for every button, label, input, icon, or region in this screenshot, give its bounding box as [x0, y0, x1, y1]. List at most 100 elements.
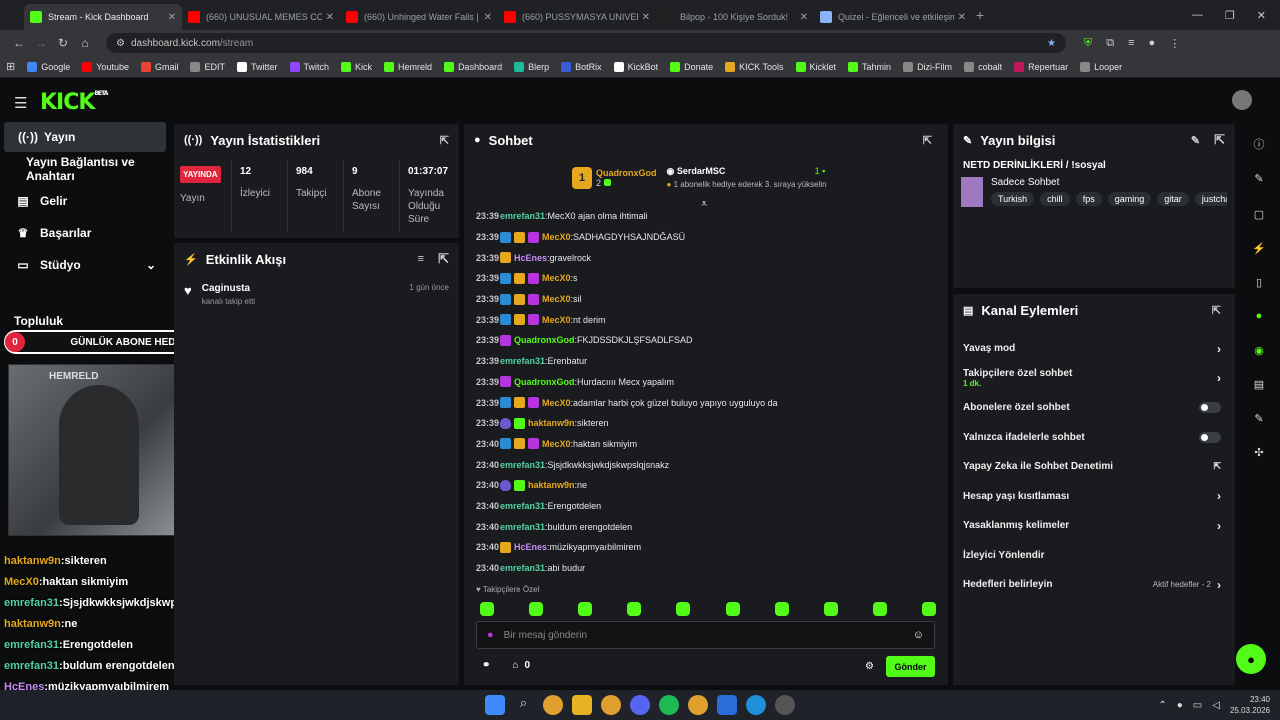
sidebar-item-yayin[interactable]: ((·)) Yayın [4, 122, 166, 152]
close-tab-icon[interactable]: ✕ [800, 12, 808, 23]
support-chat-icon[interactable]: ● [1236, 644, 1266, 674]
close-tab-icon[interactable]: ✕ [168, 12, 176, 23]
apps-grid-icon[interactable]: ⊞ [6, 60, 15, 73]
chrome-icon[interactable] [600, 695, 621, 715]
kebab-menu-icon[interactable]: ⋮ [1169, 37, 1180, 50]
emote-icon[interactable] [627, 602, 642, 616]
bookmark-item[interactable]: Looper [1080, 61, 1122, 72]
toggle-switch[interactable] [1199, 431, 1221, 443]
edit-icon[interactable]: ✎ [1191, 134, 1200, 147]
bookmark-item[interactable]: Dizi-Film [903, 61, 952, 72]
bookmark-item[interactable]: KICK Tools [725, 61, 784, 72]
channel-action-row[interactable]: Yalnızca ifadelerle sohbet [963, 423, 1221, 453]
extensions-icon[interactable]: ⧉ [1106, 37, 1114, 50]
bookmark-item[interactable]: Repertuar [1014, 61, 1068, 72]
leader-name[interactable]: SerdarMSC [677, 166, 726, 176]
close-tab-icon[interactable]: ✕ [642, 12, 650, 23]
new-tab-icon[interactable]: + [976, 7, 984, 23]
volume-icon[interactable]: ◁ [1212, 700, 1220, 711]
chat-username[interactable]: QuadronxGod [514, 377, 575, 387]
mic-icon[interactable]: ● [1177, 700, 1183, 711]
reload-icon[interactable]: ↻ [52, 36, 74, 50]
chat-username[interactable]: MecX0 [542, 315, 571, 325]
channel-action-row[interactable]: Yasaklanmış kelimeler › [963, 511, 1221, 541]
tag-chip[interactable]: chill [1040, 192, 1070, 206]
forward-icon[interactable]: → [30, 36, 52, 50]
emote-icon[interactable] [676, 602, 691, 616]
close-tab-icon[interactable]: ✕ [326, 12, 334, 23]
popout-icon[interactable]: ⇱ [440, 134, 449, 147]
sidebar-item-studyo[interactable]: ▭ Stüdyo ⌄ [0, 250, 170, 280]
edge-icon[interactable] [745, 695, 766, 715]
browser-tab[interactable]: (660) UNUSUAL MEMES COMP ✕ [182, 4, 340, 30]
bookmark-item[interactable]: KickBot [613, 61, 658, 72]
browser-tab[interactable]: Stream - Kick Dashboard ✕ [24, 4, 182, 30]
actions-icon[interactable]: ▤ [1252, 378, 1266, 392]
chat-username[interactable]: emrefan31 [500, 563, 545, 573]
tag-chip[interactable]: gitar [1157, 192, 1189, 206]
close-window-icon[interactable]: ✕ [1257, 9, 1266, 22]
channel-action-row[interactable]: Hedefleri belirleyin Aktif hedefler - 2 › [963, 570, 1221, 600]
mic-icon[interactable]: ● [487, 629, 494, 641]
leader-name[interactable]: QuadronxGod [596, 168, 657, 178]
chat-input[interactable]: ● Bir mesaj gönderin ☺ [476, 621, 935, 649]
channel-action-row[interactable]: İzleyici Yönlendir [963, 541, 1221, 571]
chat-username[interactable]: HcEnes [514, 542, 547, 552]
send-button[interactable]: Gönder [886, 656, 935, 677]
chat-username[interactable]: MecX0 [542, 398, 571, 408]
menu-icon[interactable]: ≡ [1128, 37, 1134, 50]
broadcast-icon[interactable]: ◉ [1252, 344, 1266, 358]
sidebar-item-basarilar[interactable]: ♛ Başarılar [0, 218, 170, 248]
tag-chip[interactable]: gaming [1107, 192, 1152, 206]
bookmark-item[interactable]: Kick [341, 61, 372, 72]
chat-username[interactable]: haktanw9n [528, 418, 575, 428]
chat-username[interactable]: emrefan31 [500, 211, 545, 221]
popout-icon[interactable]: ⇱ [438, 251, 449, 267]
bookmark-item[interactable]: Dashboard [444, 61, 502, 72]
bookmark-item[interactable]: EDIT [190, 61, 225, 72]
bookmark-item[interactable]: Donate [670, 61, 713, 72]
file-explorer-icon[interactable] [571, 695, 592, 715]
emote-icon[interactable] [480, 602, 494, 616]
restore-icon[interactable]: ❐ [1225, 9, 1235, 22]
link-icon[interactable]: ⚭ [482, 660, 490, 671]
channel-action-row[interactable]: Yapay Zeka ile Sohbet Denetimi ⇱ [963, 452, 1221, 482]
browser-tab[interactable]: Bilpop - 100 Kişiye Sorduk! ✕ [656, 4, 814, 30]
bookmark-item[interactable]: Youtube [82, 61, 129, 72]
channel-action-row[interactable]: Yavaş mod › [963, 334, 1221, 364]
tag-chip[interactable]: Turkish [991, 192, 1035, 206]
bookmark-item[interactable]: cobalt [964, 61, 1002, 72]
popout-icon[interactable]: ⇱ [1214, 132, 1225, 148]
close-tab-icon[interactable]: ✕ [958, 12, 966, 23]
lightning-icon[interactable]: ⚡ [1252, 242, 1266, 256]
chat-username[interactable]: emrefan31 [500, 356, 545, 366]
bookmark-item[interactable]: Hemreld [384, 61, 432, 72]
url-bar[interactable]: ⚙ dashboard.kick.com/stream ★ [106, 33, 1066, 53]
sidebar-item-stream-key[interactable]: Yayın Bağlantısı ve Anahtarı [0, 154, 170, 184]
pencil-icon[interactable]: ✎ [1252, 172, 1266, 186]
channel-action-row[interactable]: Takipçilere özel sohbet 1 dk. › [963, 364, 1221, 394]
chat-username[interactable]: MecX0 [542, 232, 571, 242]
chat-username[interactable]: MecX0 [542, 294, 571, 304]
bookmark-item[interactable]: Gmail [140, 61, 178, 72]
toggle-switch[interactable] [1199, 402, 1221, 414]
network-icon[interactable]: ▭ [1193, 700, 1202, 711]
emote-icon[interactable] [725, 602, 740, 616]
puzzle-icon[interactable]: ✣ [1252, 446, 1266, 460]
chat-username[interactable]: MecX0 [542, 273, 571, 283]
extension-shield-icon[interactable]: ⛨ [1084, 37, 1092, 50]
chat-username[interactable]: emrefan31 [500, 460, 545, 470]
popout-icon[interactable]: ⇱ [1212, 304, 1221, 317]
chat-username[interactable]: emrefan31 [500, 522, 545, 532]
screen-icon[interactable]: ▢ [1252, 208, 1266, 222]
chat-settings-icon[interactable]: ⚙ [865, 661, 874, 672]
chat-icon[interactable]: ● [1252, 310, 1266, 324]
chat-username[interactable]: HcEnes [514, 253, 547, 263]
profile-avatar[interactable]: ● [1149, 37, 1156, 50]
emote-icon[interactable] [823, 602, 838, 616]
hamburger-menu-icon[interactable]: ☰ [14, 94, 27, 112]
emote-icon[interactable] [872, 602, 887, 616]
search-icon[interactable]: ⌕ [514, 695, 534, 715]
channel-action-row[interactable]: Hesap yaşı kısıtlaması › [963, 482, 1221, 512]
close-tab-icon[interactable]: ✕ [484, 12, 492, 23]
